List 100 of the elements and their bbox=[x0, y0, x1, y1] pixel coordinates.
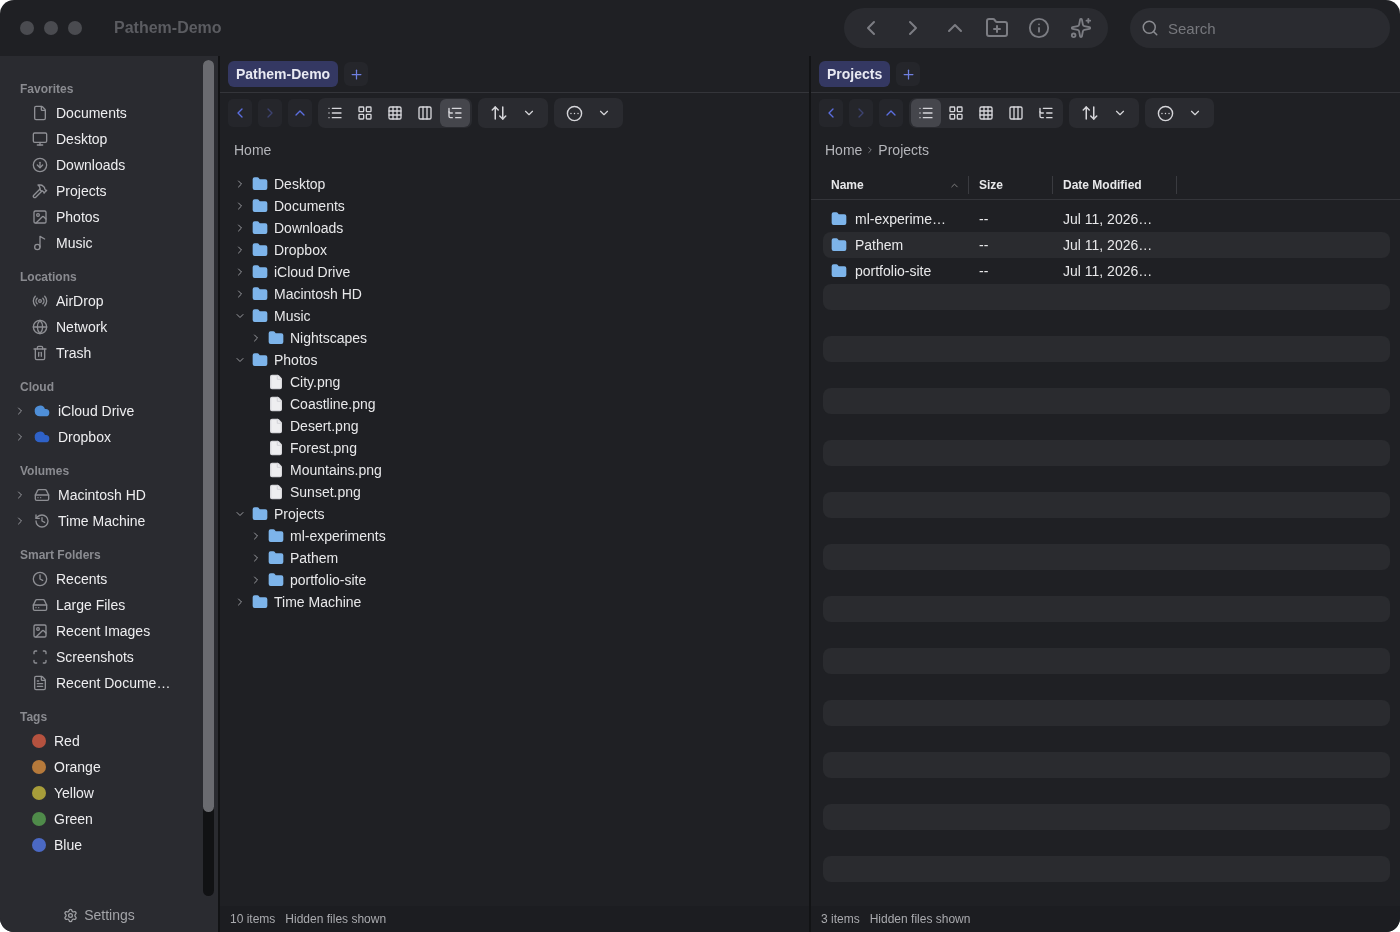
sidebar-item[interactable]: Photos bbox=[0, 204, 196, 230]
sidebar-item[interactable]: Yellow bbox=[0, 780, 196, 806]
settings-button[interactable]: Settings bbox=[0, 898, 198, 932]
file-row[interactable]: portfolio-site -- Jul 11, 2026… bbox=[823, 258, 1390, 284]
tree-item[interactable]: ml-experiments bbox=[220, 525, 809, 547]
new-tab-button[interactable] bbox=[344, 62, 369, 86]
sidebar-item[interactable]: Screenshots bbox=[0, 644, 196, 670]
scrollbar[interactable] bbox=[203, 60, 214, 896]
tree-item[interactable]: Projects bbox=[220, 503, 809, 525]
tree-item[interactable]: Dropbox bbox=[220, 239, 809, 261]
airdrop-icon bbox=[32, 293, 48, 309]
folder-icon bbox=[252, 220, 268, 236]
list-icon bbox=[918, 105, 934, 121]
tree-item[interactable]: City.png bbox=[220, 371, 809, 393]
back-button[interactable] bbox=[819, 99, 843, 127]
folder-icon bbox=[831, 263, 847, 279]
tree-item[interactable]: Desktop bbox=[220, 173, 809, 195]
tree-item[interactable]: Nightscapes bbox=[220, 327, 809, 349]
zoom-button[interactable] bbox=[68, 21, 82, 35]
back-button[interactable] bbox=[228, 99, 252, 127]
tree-item[interactable]: Mountains.png bbox=[220, 459, 809, 481]
cloud-icon bbox=[34, 429, 50, 445]
table-cell-text: Jul 11, 2026… bbox=[1063, 211, 1154, 227]
up-button[interactable] bbox=[879, 99, 903, 127]
sidebar-item[interactable]: Projects bbox=[0, 178, 196, 204]
view-mode-button[interactable] bbox=[440, 99, 470, 127]
column-header[interactable]: Name bbox=[821, 176, 969, 194]
tree-item[interactable]: Downloads bbox=[220, 217, 809, 239]
close-button[interactable] bbox=[20, 21, 34, 35]
folder-icon bbox=[252, 264, 268, 280]
path-crumb[interactable]: Projects bbox=[878, 142, 929, 158]
tree-item[interactable]: Photos bbox=[220, 349, 809, 371]
up-button[interactable] bbox=[288, 99, 312, 127]
sort-button[interactable] bbox=[478, 98, 548, 128]
sidebar-item[interactable]: Large Files bbox=[0, 592, 196, 618]
sidebar-item[interactable]: Time Machine bbox=[0, 508, 196, 534]
tree-item[interactable]: portfolio-site bbox=[220, 569, 809, 591]
sidebar-item[interactable]: Recent Images bbox=[0, 618, 196, 644]
tree-item[interactable]: Desert.png bbox=[220, 415, 809, 437]
tree-item[interactable]: iCloud Drive bbox=[220, 261, 809, 283]
status-text: Hidden files shown bbox=[869, 912, 971, 926]
sidebar-item[interactable]: Desktop bbox=[0, 126, 196, 152]
file-icon bbox=[268, 462, 284, 478]
column-header[interactable]: Date Modified bbox=[1053, 176, 1177, 194]
file-icon bbox=[268, 484, 284, 500]
tree-item[interactable]: Coastline.png bbox=[220, 393, 809, 415]
tree-item[interactable]: Sunset.png bbox=[220, 481, 809, 503]
minimize-button[interactable] bbox=[44, 21, 58, 35]
image-icon bbox=[32, 209, 48, 225]
sidebar-item[interactable]: Trash bbox=[0, 340, 196, 366]
folder-icon bbox=[831, 211, 847, 227]
tree-icon bbox=[1038, 105, 1054, 121]
table-cell-text: Jul 11, 2026… bbox=[1063, 237, 1154, 253]
search-field[interactable]: Search bbox=[1130, 8, 1390, 48]
column-header[interactable]: Size bbox=[969, 176, 1053, 194]
tree-item[interactable]: Macintosh HD bbox=[220, 283, 809, 305]
file-name: Pathem bbox=[855, 237, 904, 253]
tab[interactable]: Pathem-Demo bbox=[228, 61, 339, 87]
tree-item[interactable]: Time Machine bbox=[220, 591, 809, 613]
sidebar-item[interactable]: iCloud Drive bbox=[0, 398, 196, 424]
folder-icon bbox=[268, 572, 284, 588]
folder-icon bbox=[252, 242, 268, 258]
folder-icon bbox=[252, 506, 268, 522]
sort-button[interactable] bbox=[1069, 98, 1139, 128]
new-tab-button[interactable] bbox=[896, 62, 921, 86]
file-icon bbox=[268, 418, 284, 434]
sidebar-item[interactable]: Orange bbox=[0, 754, 196, 780]
tree-item[interactable]: Pathem bbox=[220, 547, 809, 569]
grid-icon bbox=[357, 105, 373, 121]
folder-icon bbox=[252, 198, 268, 214]
tree-item[interactable]: Music bbox=[220, 305, 809, 327]
tab[interactable]: Projects bbox=[819, 61, 891, 87]
sidebar-item[interactable]: Documents bbox=[0, 100, 196, 126]
more-button[interactable] bbox=[1145, 98, 1214, 128]
sidebar-item[interactable]: Dropbox bbox=[0, 424, 196, 450]
section-title: Locations bbox=[19, 269, 78, 286]
status-text: 10 items bbox=[230, 912, 276, 926]
sidebar-item[interactable]: Recent Docume… bbox=[0, 670, 196, 696]
sort-arrows-icon bbox=[490, 104, 508, 122]
sidebar-item[interactable]: Blue bbox=[0, 832, 196, 858]
tree-item[interactable]: Forest.png bbox=[220, 437, 809, 459]
sidebar-item[interactable]: Music bbox=[0, 230, 196, 256]
drive-icon bbox=[32, 597, 48, 613]
sidebar-item[interactable]: AirDrop bbox=[0, 288, 196, 314]
more-button[interactable] bbox=[554, 98, 623, 128]
clock-icon bbox=[34, 513, 50, 529]
tree-item[interactable]: Documents bbox=[220, 195, 809, 217]
sidebar-item[interactable]: Downloads bbox=[0, 152, 196, 178]
view-mode-button[interactable] bbox=[911, 99, 941, 127]
status-text: Hidden files shown bbox=[285, 912, 387, 926]
path-crumb[interactable]: Home bbox=[234, 142, 272, 158]
sidebar-item[interactable]: Macintosh HD bbox=[0, 482, 196, 508]
file-row[interactable]: Pathem -- Jul 11, 2026… bbox=[823, 232, 1390, 258]
sidebar-item[interactable]: Network bbox=[0, 314, 196, 340]
path-crumb[interactable]: Home bbox=[825, 142, 863, 158]
sidebar-item[interactable]: Red bbox=[0, 728, 196, 754]
file-row[interactable]: ml-experime… -- Jul 11, 2026… bbox=[823, 206, 1390, 232]
sidebar-item[interactable]: Recents bbox=[0, 566, 196, 592]
sidebar-item[interactable]: Green bbox=[0, 806, 196, 832]
plus-icon bbox=[348, 66, 364, 82]
